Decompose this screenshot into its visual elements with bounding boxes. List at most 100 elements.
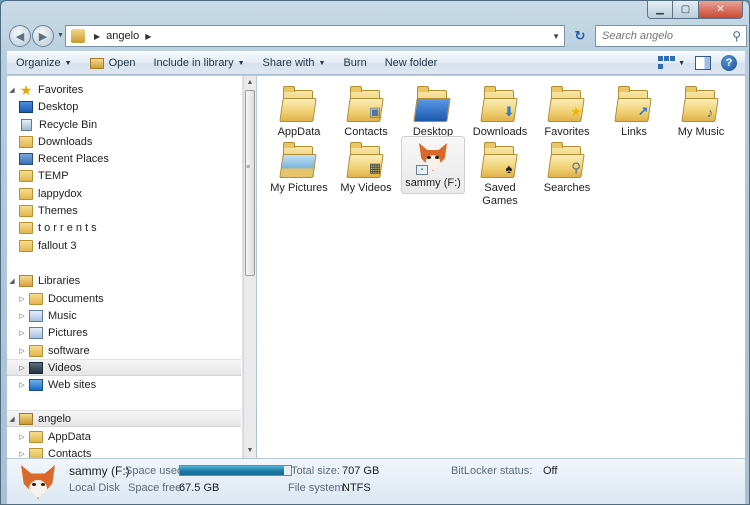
fox-drive-icon xyxy=(19,463,57,501)
nav-item-recycle-bin[interactable]: Recycle Bin xyxy=(7,116,241,133)
expand-arrow-icon[interactable]: ▷ xyxy=(17,329,27,337)
nav-pane-scrollbar[interactable]: ▲ ≡ ▼ xyxy=(243,76,256,458)
nav-item-label: Contacts xyxy=(48,447,92,459)
breadcrumb-separator-icon[interactable]: ▶ xyxy=(94,32,100,41)
minimize-button[interactable]: ▁ xyxy=(647,1,673,19)
favorites-folder-icon: ★ xyxy=(547,84,585,124)
share-with-button[interactable]: Share with ▼ xyxy=(254,52,335,74)
nav-libraries-label: Libraries xyxy=(38,274,81,287)
nav-item-fallout-3[interactable]: fallout 3 xyxy=(7,237,241,254)
links-folder-icon: ↗ xyxy=(614,84,652,124)
nav-item-documents[interactable]: ▷ Documents xyxy=(7,290,241,307)
item-searches[interactable]: ⚲ Searches xyxy=(535,138,599,198)
item-downloads[interactable]: ⬇ Downloads xyxy=(468,82,532,142)
nav-item-label: software xyxy=(48,344,90,357)
change-view-icon[interactable] xyxy=(658,56,676,70)
forward-arrow-icon: ▶ xyxy=(38,30,48,43)
search-box[interactable]: ⚲ xyxy=(595,25,747,47)
open-button[interactable]: Open xyxy=(81,52,145,74)
nav-user-label: angelo xyxy=(38,412,72,425)
item-desktop[interactable]: Desktop xyxy=(401,82,465,142)
scroll-down-icon[interactable]: ▼ xyxy=(244,444,256,458)
item-sammy-drive[interactable]: ▪ sammy (F:) xyxy=(401,136,465,194)
collapse-arrow-icon[interactable]: ◢ xyxy=(7,415,17,423)
expand-arrow-icon[interactable]: ▷ xyxy=(17,381,27,389)
desktop-icon xyxy=(19,100,33,113)
include-in-library-button[interactable]: Include in library ▼ xyxy=(145,52,254,74)
search-icon[interactable]: ⚲ xyxy=(732,29,741,43)
item-appdata[interactable]: AppData xyxy=(267,82,331,142)
nav-item-desktop[interactable]: Desktop xyxy=(7,98,241,115)
nav-item-label: Videos xyxy=(48,361,82,374)
downloads-folder-icon: ⬇ xyxy=(480,84,518,124)
expand-arrow-icon[interactable]: ▷ xyxy=(17,347,27,355)
nav-libraries-header[interactable]: ◢ Libraries xyxy=(7,272,241,289)
saved-games-folder-icon: ♠ xyxy=(480,140,518,180)
breadcrumb-angelo[interactable]: angelo xyxy=(106,30,139,42)
nav-item-themes[interactable]: Themes xyxy=(7,202,241,219)
item-links[interactable]: ↗ Links xyxy=(602,82,666,142)
nav-item-appdata[interactable]: ▷ AppData xyxy=(7,428,241,445)
share-with-label: Share with xyxy=(262,57,315,69)
address-bar[interactable]: ▶ angelo ▶ ▼ xyxy=(65,25,565,47)
nav-item-downloads[interactable]: Downloads xyxy=(7,133,241,150)
item-my-music[interactable]: ♪ My Music xyxy=(669,82,733,142)
view-controls: ▼ ? xyxy=(658,55,745,71)
expand-arrow-icon[interactable]: ▷ xyxy=(17,433,27,441)
recent-pages-dropdown[interactable]: ▼ xyxy=(57,32,64,39)
nav-user-header[interactable]: ◢ angelo xyxy=(7,410,241,427)
new-folder-button[interactable]: New folder xyxy=(376,52,447,74)
close-button[interactable]: ✕ xyxy=(699,1,743,19)
search-input[interactable] xyxy=(602,30,724,42)
scroll-up-icon[interactable]: ▲ xyxy=(244,76,256,90)
nav-favorites-header[interactable]: ◢ ★ Favorites xyxy=(7,81,241,98)
organize-label: Organize xyxy=(16,57,61,69)
nav-item-music[interactable]: ▷ Music xyxy=(7,307,241,324)
item-my-pictures[interactable]: My Pictures xyxy=(267,138,331,198)
scroll-thumb[interactable] xyxy=(245,90,255,276)
nav-item-web-sites[interactable]: ▷ Web sites xyxy=(7,376,241,393)
forward-button[interactable]: ▶ xyxy=(32,25,54,47)
item-favorites[interactable]: ★ Favorites xyxy=(535,82,599,142)
nav-item-pictures[interactable]: ▷ Pictures xyxy=(7,324,241,341)
expand-arrow-icon[interactable]: ▷ xyxy=(17,295,27,303)
preview-pane-icon[interactable] xyxy=(695,56,711,70)
expand-arrow-icon[interactable]: ▷ xyxy=(17,450,27,458)
nav-item-videos[interactable]: ▷ Videos xyxy=(7,359,241,376)
collapse-arrow-icon[interactable]: ◢ xyxy=(7,277,17,285)
back-button[interactable]: ◀ xyxy=(9,25,31,47)
nav-item-label: Pictures xyxy=(48,326,88,339)
organize-button[interactable]: Organize ▼ xyxy=(7,52,81,74)
navigation-pane: ◢ ★ Favorites Desktop Recycle Bin Downlo… xyxy=(7,76,243,458)
recent-places-icon xyxy=(19,152,33,165)
include-in-library-label: Include in library xyxy=(153,57,234,69)
nav-item-label: Recycle Bin xyxy=(39,118,98,131)
space-free-label: Space free: xyxy=(128,482,185,494)
videos-folder-icon: ▦ xyxy=(346,140,384,180)
collapse-arrow-icon[interactable]: ◢ xyxy=(7,86,17,94)
recycle-bin-icon xyxy=(21,118,32,131)
expand-arrow-icon[interactable]: ▷ xyxy=(17,364,27,372)
nav-item-torrents[interactable]: t o r r e n t s xyxy=(7,219,241,236)
file-list: AppData ▣ Contacts Desktop ⬇ Downloads ★… xyxy=(257,76,745,458)
nav-item-temp[interactable]: TEMP xyxy=(7,167,241,184)
item-label: Saved Games xyxy=(482,182,518,207)
refresh-button[interactable]: ↻ xyxy=(569,25,591,47)
address-dropdown-icon[interactable]: ▼ xyxy=(552,32,560,41)
nav-item-lappydox[interactable]: lappydox xyxy=(7,185,241,202)
expand-arrow-icon[interactable]: ▷ xyxy=(17,312,27,320)
breadcrumb-separator-icon[interactable]: ▶ xyxy=(145,32,151,41)
view-options-dropdown-icon[interactable]: ▼ xyxy=(678,60,685,67)
nav-item-contacts[interactable]: ▷ Contacts xyxy=(7,445,241,458)
nav-item-recent-places[interactable]: Recent Places xyxy=(7,150,241,167)
maximize-button[interactable]: ▢ xyxy=(673,1,699,19)
file-system-label: File system: xyxy=(288,482,347,494)
nav-item-label: Documents xyxy=(48,292,104,305)
details-type: Local Disk xyxy=(69,482,120,494)
item-contacts[interactable]: ▣ Contacts xyxy=(334,82,398,142)
item-my-videos[interactable]: ▦ My Videos xyxy=(334,138,398,198)
burn-button[interactable]: Burn xyxy=(334,52,375,74)
nav-item-software[interactable]: ▷ software xyxy=(7,342,241,359)
item-saved-games[interactable]: ♠ Saved Games xyxy=(468,138,532,211)
help-icon[interactable]: ? xyxy=(721,55,737,71)
